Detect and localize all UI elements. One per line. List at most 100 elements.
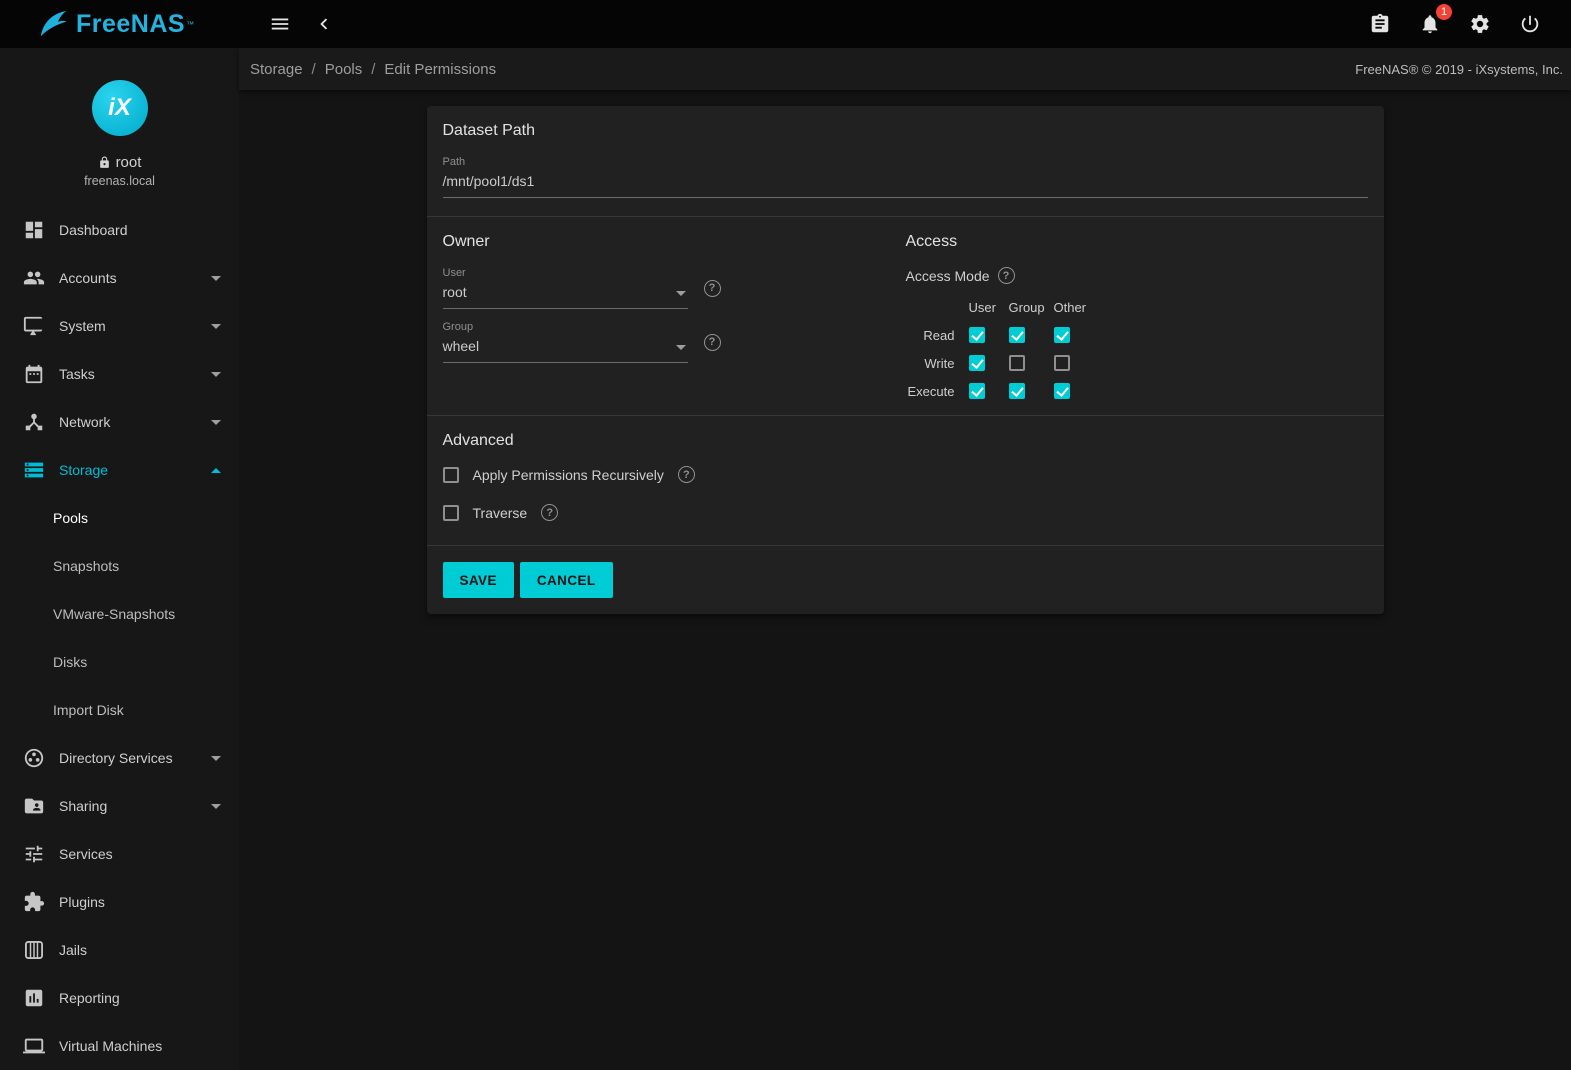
power-icon[interactable] xyxy=(1513,7,1547,41)
access-mode-row: Access Mode xyxy=(906,267,1368,284)
sidebar-header: iX root freenas.local xyxy=(0,48,239,198)
calendar-icon xyxy=(23,363,45,385)
hamburger-menu-icon[interactable] xyxy=(263,7,297,41)
copyright-text: FreeNAS® © 2019 - iXsystems, Inc. xyxy=(1355,62,1563,77)
sidebar-item-label: System xyxy=(59,318,106,334)
owner-access-section: Owner User root Group xyxy=(427,216,1384,415)
breadcrumb-storage[interactable]: Storage xyxy=(250,61,303,78)
read-group-checkbox[interactable] xyxy=(1009,327,1025,343)
sidebar-item-jails[interactable]: Jails xyxy=(0,926,239,974)
sidebar-item-directory-services[interactable]: Directory Services xyxy=(0,734,239,782)
breadcrumb-separator: / xyxy=(371,61,375,78)
sidebar-item-services[interactable]: Services xyxy=(0,830,239,878)
permissions-table: User Group Other Read Write Execute xyxy=(906,300,1368,399)
sidebar-item-plugins[interactable]: Plugins xyxy=(0,878,239,926)
sidebar-item-label: Storage xyxy=(59,462,108,478)
settings-gear-icon[interactable] xyxy=(1463,7,1497,41)
read-other-checkbox[interactable] xyxy=(1054,327,1070,343)
apply-recursively-checkbox[interactable] xyxy=(443,467,459,483)
collapse-chevron-left-icon[interactable] xyxy=(307,7,341,41)
traverse-checkbox[interactable] xyxy=(443,505,459,521)
perm-row-write-label: Write xyxy=(906,356,969,371)
vm-icon xyxy=(23,1035,45,1057)
sidebar-item-accounts[interactable]: Accounts xyxy=(0,254,239,302)
sidebar-item-label: Reporting xyxy=(59,990,120,1006)
section-title-advanced: Advanced xyxy=(443,432,1368,450)
people-icon xyxy=(23,267,45,289)
perm-col-user: User xyxy=(969,300,1009,315)
chevron-up-icon xyxy=(211,468,221,473)
apply-recursively-help-icon[interactable] xyxy=(678,466,695,483)
ix-logo: iX xyxy=(92,80,148,136)
sidebar-subitem-label: Snapshots xyxy=(53,558,119,574)
sidebar-item-storage[interactable]: Storage xyxy=(0,446,239,494)
sidebar-subitem-snapshots[interactable]: Snapshots xyxy=(0,542,239,590)
sidebar-item-label: Network xyxy=(59,414,110,430)
bar-chart-icon xyxy=(23,987,45,1009)
execute-group-checkbox[interactable] xyxy=(1009,383,1025,399)
sidebar-item-sharing[interactable]: Sharing xyxy=(0,782,239,830)
write-other-checkbox[interactable] xyxy=(1054,355,1070,371)
computer-icon xyxy=(23,315,45,337)
path-field[interactable]: Path /mnt/pool1/ds1 xyxy=(443,156,1368,198)
write-group-checkbox[interactable] xyxy=(1009,355,1025,371)
task-manager-icon[interactable] xyxy=(1363,7,1397,41)
sidebar-item-system[interactable]: System xyxy=(0,302,239,350)
storage-submenu: Pools Snapshots VMware-Snapshots Disks I… xyxy=(0,494,239,734)
sidebar-item-tasks[interactable]: Tasks xyxy=(0,350,239,398)
cancel-button[interactable]: CANCEL xyxy=(520,562,613,598)
perm-row-read-label: Read xyxy=(906,328,969,343)
group-select[interactable]: Group wheel xyxy=(443,321,688,363)
sidebar-subitem-pools[interactable]: Pools xyxy=(0,494,239,542)
sidebar-subitem-import-disk[interactable]: Import Disk xyxy=(0,686,239,734)
device-hub-icon xyxy=(23,411,45,433)
access-mode-help-icon[interactable] xyxy=(998,267,1015,284)
sidebar-item-dashboard[interactable]: Dashboard xyxy=(0,206,239,254)
user-select-label: User xyxy=(443,267,688,279)
sidebar-subitem-disks[interactable]: Disks xyxy=(0,638,239,686)
read-user-checkbox[interactable] xyxy=(969,327,985,343)
breadcrumb-separator: / xyxy=(312,61,316,78)
group-help-icon[interactable] xyxy=(704,334,721,351)
user-select-value[interactable]: root xyxy=(443,279,688,309)
main-panel: Dataset Path Path /mnt/pool1/ds1 Owner U… xyxy=(239,90,1571,614)
username: root xyxy=(116,154,142,171)
dataset-path-section: Dataset Path Path /mnt/pool1/ds1 xyxy=(427,106,1384,216)
sidebar-subitem-label: VMware-Snapshots xyxy=(53,606,175,622)
sidebar-subitem-vmware-snapshots[interactable]: VMware-Snapshots xyxy=(0,590,239,638)
sidebar-item-network[interactable]: Network xyxy=(0,398,239,446)
path-field-label: Path xyxy=(443,156,1368,168)
sidebar-item-label: Services xyxy=(59,846,113,862)
breadcrumb-pools[interactable]: Pools xyxy=(325,61,363,78)
save-button[interactable]: SAVE xyxy=(443,562,514,598)
folder-shared-icon xyxy=(23,795,45,817)
execute-user-checkbox[interactable] xyxy=(969,383,985,399)
write-user-checkbox[interactable] xyxy=(969,355,985,371)
sidebar-item-label: Sharing xyxy=(59,798,107,814)
sidebar-item-label: Tasks xyxy=(59,366,95,382)
user-select[interactable]: User root xyxy=(443,267,688,309)
notification-count-badge: 1 xyxy=(1436,4,1452,20)
access-column: Access Access Mode User Group Other Read xyxy=(906,217,1384,415)
traverse-help-icon[interactable] xyxy=(541,504,558,521)
chevron-down-icon xyxy=(211,276,221,281)
apply-recursively-row: Apply Permissions Recursively xyxy=(443,466,1368,483)
group-select-label: Group xyxy=(443,321,688,333)
path-field-value[interactable]: /mnt/pool1/ds1 xyxy=(443,168,1368,198)
plugin-icon xyxy=(23,891,45,913)
hostname: freenas.local xyxy=(0,174,239,188)
group-select-value[interactable]: wheel xyxy=(443,333,688,363)
sidebar-item-label: Jails xyxy=(59,942,87,958)
group-work-icon xyxy=(23,747,45,769)
chevron-down-icon xyxy=(211,756,221,761)
execute-other-checkbox[interactable] xyxy=(1054,383,1070,399)
breadcrumb: Storage / Pools / Edit Permissions xyxy=(250,61,496,78)
sidebar-item-reporting[interactable]: Reporting xyxy=(0,974,239,1022)
breadcrumb-edit-permissions: Edit Permissions xyxy=(384,61,496,78)
user-help-icon[interactable] xyxy=(704,280,721,297)
logged-in-user: root xyxy=(0,154,239,171)
perm-col-group: Group xyxy=(1009,300,1054,315)
freenas-fin-icon xyxy=(38,9,68,39)
sidebar: iX root freenas.local Dashboard Accounts… xyxy=(0,48,239,1070)
sidebar-item-virtual-machines[interactable]: Virtual Machines xyxy=(0,1022,239,1070)
